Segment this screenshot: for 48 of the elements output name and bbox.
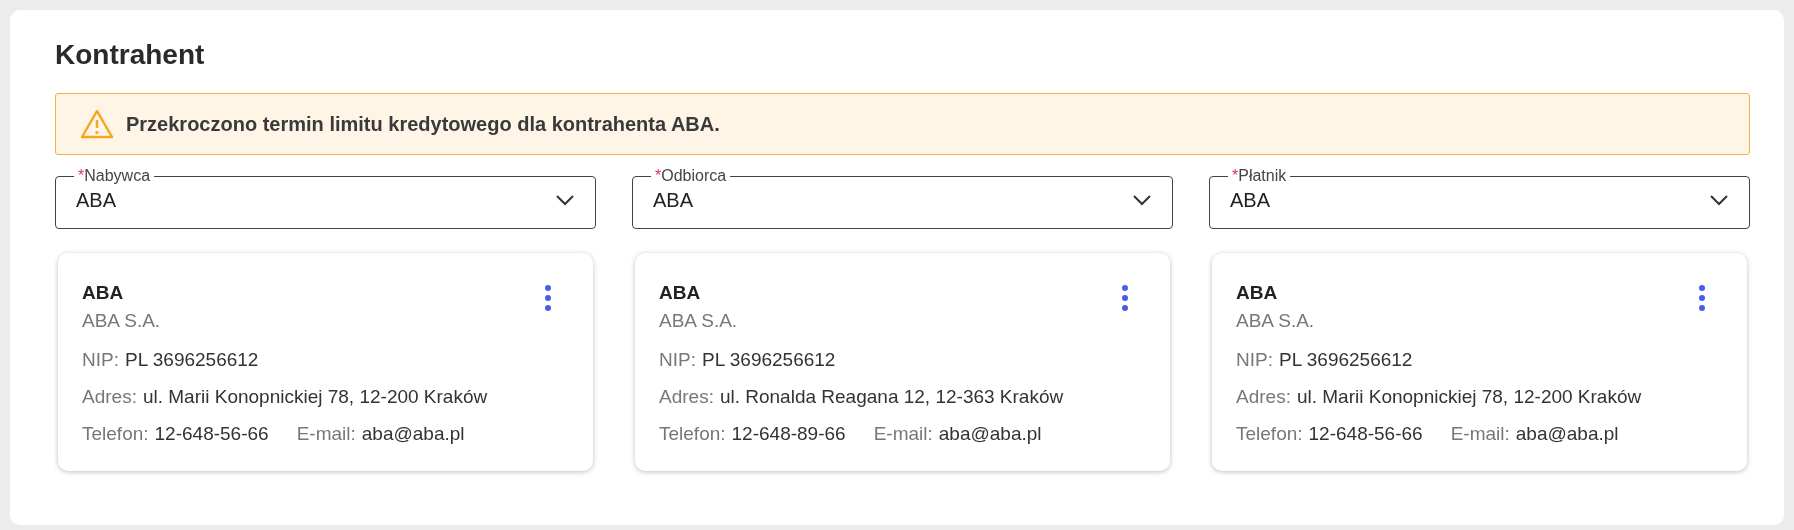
- detail-label: Telefon:: [659, 422, 726, 446]
- detail-value: 12-648-56-66: [1308, 422, 1423, 446]
- more-options-icon[interactable]: [1122, 285, 1128, 311]
- chevron-down-icon: [1132, 194, 1152, 206]
- detail-value: ul. Marii Konopnickiej 78, 12-200 Kraków: [1296, 385, 1642, 409]
- field-label: *Płatnik: [1231, 167, 1288, 185]
- detail-label: NIP:: [82, 348, 119, 372]
- alert-message: Przekroczono termin limitu kredytowego dla kontrahenta ABA.: [126, 112, 720, 137]
- company-name: ABA S.A.: [659, 309, 738, 333]
- detail-label: Adres:: [1236, 385, 1291, 409]
- detail-label: Adres:: [659, 385, 714, 409]
- detail-value: PL 3696256612: [1278, 348, 1413, 372]
- chevron-down-icon: [1709, 194, 1729, 206]
- detail-value: 12-648-89-66: [731, 422, 846, 446]
- detail-value: PL 3696256612: [701, 348, 836, 372]
- detail-value: ul. Ronalda Reagana 12, 12-363 Kraków: [719, 385, 1064, 409]
- contractor-name: ABA: [1236, 281, 1278, 305]
- company-name: ABA S.A.: [1236, 309, 1315, 333]
- field-label: *Nabywca: [77, 167, 152, 185]
- detail-label: E-mail:: [296, 422, 356, 446]
- detail-label: E-mail:: [1450, 422, 1510, 446]
- chevron-down-icon: [555, 194, 575, 206]
- detail-value: aba@aba.pl: [938, 422, 1042, 446]
- detail-label: Telefon:: [82, 422, 149, 446]
- detail-label: NIP:: [1236, 348, 1273, 372]
- select-field[interactable]: *Odbiorca ABA: [632, 167, 1173, 229]
- field-value: ABA: [653, 188, 694, 213]
- select-field[interactable]: *Płatnik ABA: [1209, 167, 1750, 229]
- field-value: ABA: [76, 188, 117, 213]
- company-name: ABA S.A.: [82, 309, 161, 333]
- detail-value: 12-648-56-66: [154, 422, 269, 446]
- more-options-icon[interactable]: [1699, 285, 1705, 311]
- more-options-icon[interactable]: [545, 285, 551, 311]
- detail-value: ul. Marii Konopnickiej 78, 12-200 Kraków: [142, 385, 488, 409]
- warning-icon: [80, 109, 114, 139]
- detail-label: E-mail:: [873, 422, 933, 446]
- detail-label: NIP:: [659, 348, 696, 372]
- detail-label: Telefon:: [1236, 422, 1303, 446]
- section-title: Kontrahent: [55, 38, 206, 72]
- select-field[interactable]: *Nabywca ABA: [55, 167, 596, 229]
- contractor-name: ABA: [82, 281, 124, 305]
- field-value: ABA: [1230, 188, 1271, 213]
- detail-value: aba@aba.pl: [1515, 422, 1619, 446]
- detail-value: PL 3696256612: [124, 348, 259, 372]
- field-label: *Odbiorca: [654, 167, 728, 185]
- contractor-name: ABA: [659, 281, 701, 305]
- detail-label: Adres:: [82, 385, 137, 409]
- detail-value: aba@aba.pl: [361, 422, 465, 446]
